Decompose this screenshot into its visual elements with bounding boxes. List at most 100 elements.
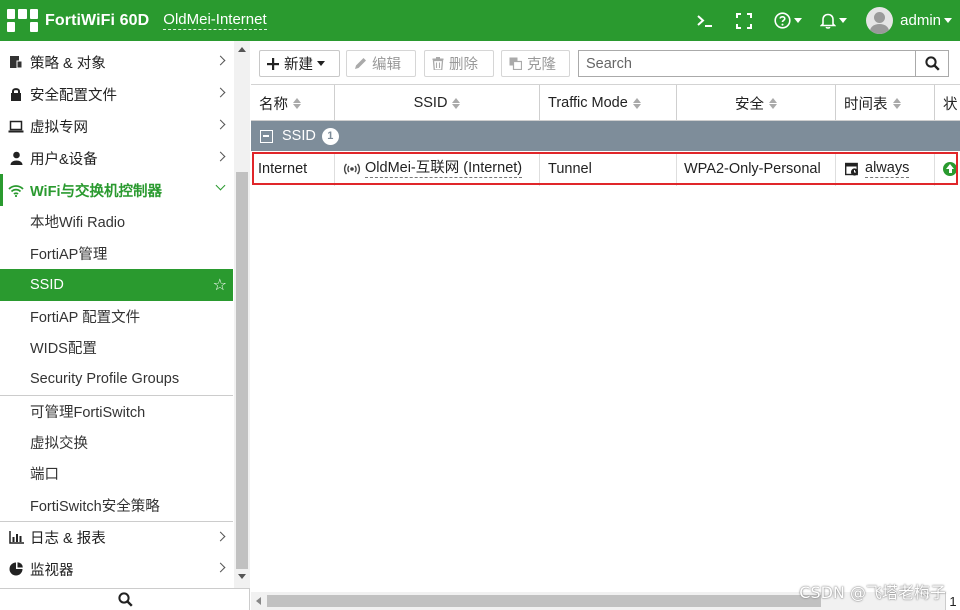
help-icon [774,12,791,29]
new-button-label: 新建 [284,57,313,73]
sidebar-item-label: 策略 & 对象 [30,55,106,72]
sidebar-item-security-profiles[interactable]: 安全配置文件 [0,78,233,110]
sidebar-item-log-report[interactable]: 日志 & 报表 [0,521,233,553]
sidebar-item-managed-fortiswitch[interactable]: 可管理FortiSwitch [0,395,233,427]
column-header-label: 状 [943,96,958,113]
group-header-row[interactable]: SSID 1 [251,121,960,151]
column-header-label: 时间表 [844,96,888,113]
page-indicator: 1 [945,592,960,610]
sidebar-item-user-device[interactable]: 用户&设备 [0,142,233,174]
pie-icon [8,561,24,577]
chevron-right-icon [215,87,226,98]
sort-icon [293,97,301,109]
sidebar-item-ssid[interactable]: SSID ☆ [0,269,233,301]
star-icon[interactable]: ☆ [213,275,227,295]
clone-button-label: 克隆 [527,57,556,73]
column-header-label: 安全 [735,96,764,113]
notifications-button[interactable] [820,0,848,41]
sidebar-item-vpn[interactable]: 虚拟专网 [0,110,233,142]
chevron-down-icon [839,18,848,23]
chevron-down-icon [317,61,325,66]
scroll-down-icon[interactable] [238,574,246,579]
sidebar-item-virtual-switch[interactable]: 虚拟交换 [0,427,233,459]
search-box [578,50,949,77]
delete-button-label: 删除 [449,57,478,73]
wifi-icon [8,182,24,198]
fortinet-logo[interactable]: FortiWiFi 60D [7,9,149,32]
sidebar-item-policy-objects[interactable]: 策略 & 对象 [0,46,233,78]
fullscreen-button[interactable] [736,0,753,41]
sidebar-item-wids-profiles[interactable]: WIDS配置 [0,332,233,364]
sidebar-item-label: SSID [30,276,64,293]
laptop-icon [8,118,24,134]
sidebar-scrollbar[interactable] [234,41,250,588]
top-bar: FortiWiFi 60D OldMei-Internet admin [0,0,960,41]
new-button[interactable]: 新建 [259,50,340,77]
column-header-security[interactable]: 安全 [677,85,836,121]
scrollbar-thumb[interactable] [236,172,248,569]
sidebar-item-fortiap-profiles[interactable]: FortiAP 配置文件 [0,301,233,333]
column-header-schedule[interactable]: 时间表 [836,85,935,121]
chevron-down-icon [215,180,226,191]
search-input[interactable] [579,51,915,76]
sidebar-item-fortiap-management[interactable]: FortiAP管理 [0,238,233,270]
column-header-traffic-mode[interactable]: Traffic Mode [540,85,677,121]
sidebar-item-label: WiFi与交换机控制器 [30,183,162,200]
column-header-label: Traffic Mode [548,95,628,111]
sidebar-item-fortiswitch-security-policy[interactable]: FortiSwitch安全策略 [0,490,233,522]
sidebar-item-ports[interactable]: 端口 [0,458,233,490]
main-content: 新建 编辑 删除 克隆 名称 SSID [251,41,960,610]
column-header-status[interactable]: 状 [935,85,960,121]
column-header-name[interactable]: 名称 [251,85,335,121]
sort-icon [769,97,777,109]
sort-icon [632,97,641,109]
chevron-right-icon [215,119,226,130]
sidebar-item-label: 安全配置文件 [30,87,117,104]
chevron-right-icon [215,531,226,542]
sidebar-item-local-wifi-radio[interactable]: 本地Wifi Radio [0,206,233,238]
search-icon [117,592,133,607]
chevron-right-icon [215,55,226,66]
sidebar-item-label: 用户&设备 [30,151,98,168]
sidebar-item-label: 虚拟专网 [30,119,88,136]
sort-icon [452,97,461,109]
sidebar-item-monitor[interactable]: 监视器 [0,553,233,585]
scroll-up-icon[interactable] [238,47,246,52]
plus-icon [267,57,279,70]
scroll-left-icon[interactable] [256,597,261,605]
help-button[interactable] [774,0,803,41]
hostname[interactable]: OldMei-Internet [163,11,267,30]
chevron-down-icon [944,18,952,23]
group-count-badge: 1 [321,127,339,145]
sidebar-item-wifi-switch-controller[interactable]: WiFi与交换机控制器 [0,174,233,206]
brand-name: FortiWiFi 60D [45,11,150,29]
column-header-ssid[interactable]: SSID [335,85,540,121]
user-menu[interactable]: admin [866,0,952,41]
edit-button[interactable]: 编辑 [346,50,416,77]
sidebar-nav: 策略 & 对象 安全配置文件 虚拟专网 用户&设备 WiFi与交换机控制器 本地… [0,46,233,585]
collapse-icon[interactable] [260,129,273,143]
fullscreen-icon [736,12,753,29]
delete-button[interactable]: 删除 [424,50,494,77]
column-header-label: SSID [413,95,448,111]
cli-console-button[interactable] [696,0,714,41]
watermark: CSDN @飞塔老梅子 [799,583,946,602]
column-header-label: 名称 [259,96,288,113]
chart-icon [8,530,24,546]
scrollbar-thumb[interactable] [267,595,821,607]
sidebar: 策略 & 对象 安全配置文件 虚拟专网 用户&设备 WiFi与交换机控制器 本地… [0,41,250,610]
user-icon [8,150,24,166]
chevron-down-icon [794,18,803,23]
sidebar-item-label: 监视器 [30,562,74,579]
sidebar-search-button[interactable] [0,588,250,610]
chevron-right-icon [215,562,226,573]
policy-icon [8,54,24,70]
chevron-right-icon [215,151,226,162]
sidebar-item-security-profile-groups[interactable]: Security Profile Groups [0,364,233,396]
table-row[interactable]: Internet OldMei-互联网 (Internet) Tunnel WP… [251,152,960,186]
username: admin [900,12,941,29]
edit-button-label: 编辑 [372,57,401,73]
avatar [866,7,894,34]
clone-button[interactable]: 克隆 [501,50,570,77]
search-button[interactable] [915,51,948,76]
